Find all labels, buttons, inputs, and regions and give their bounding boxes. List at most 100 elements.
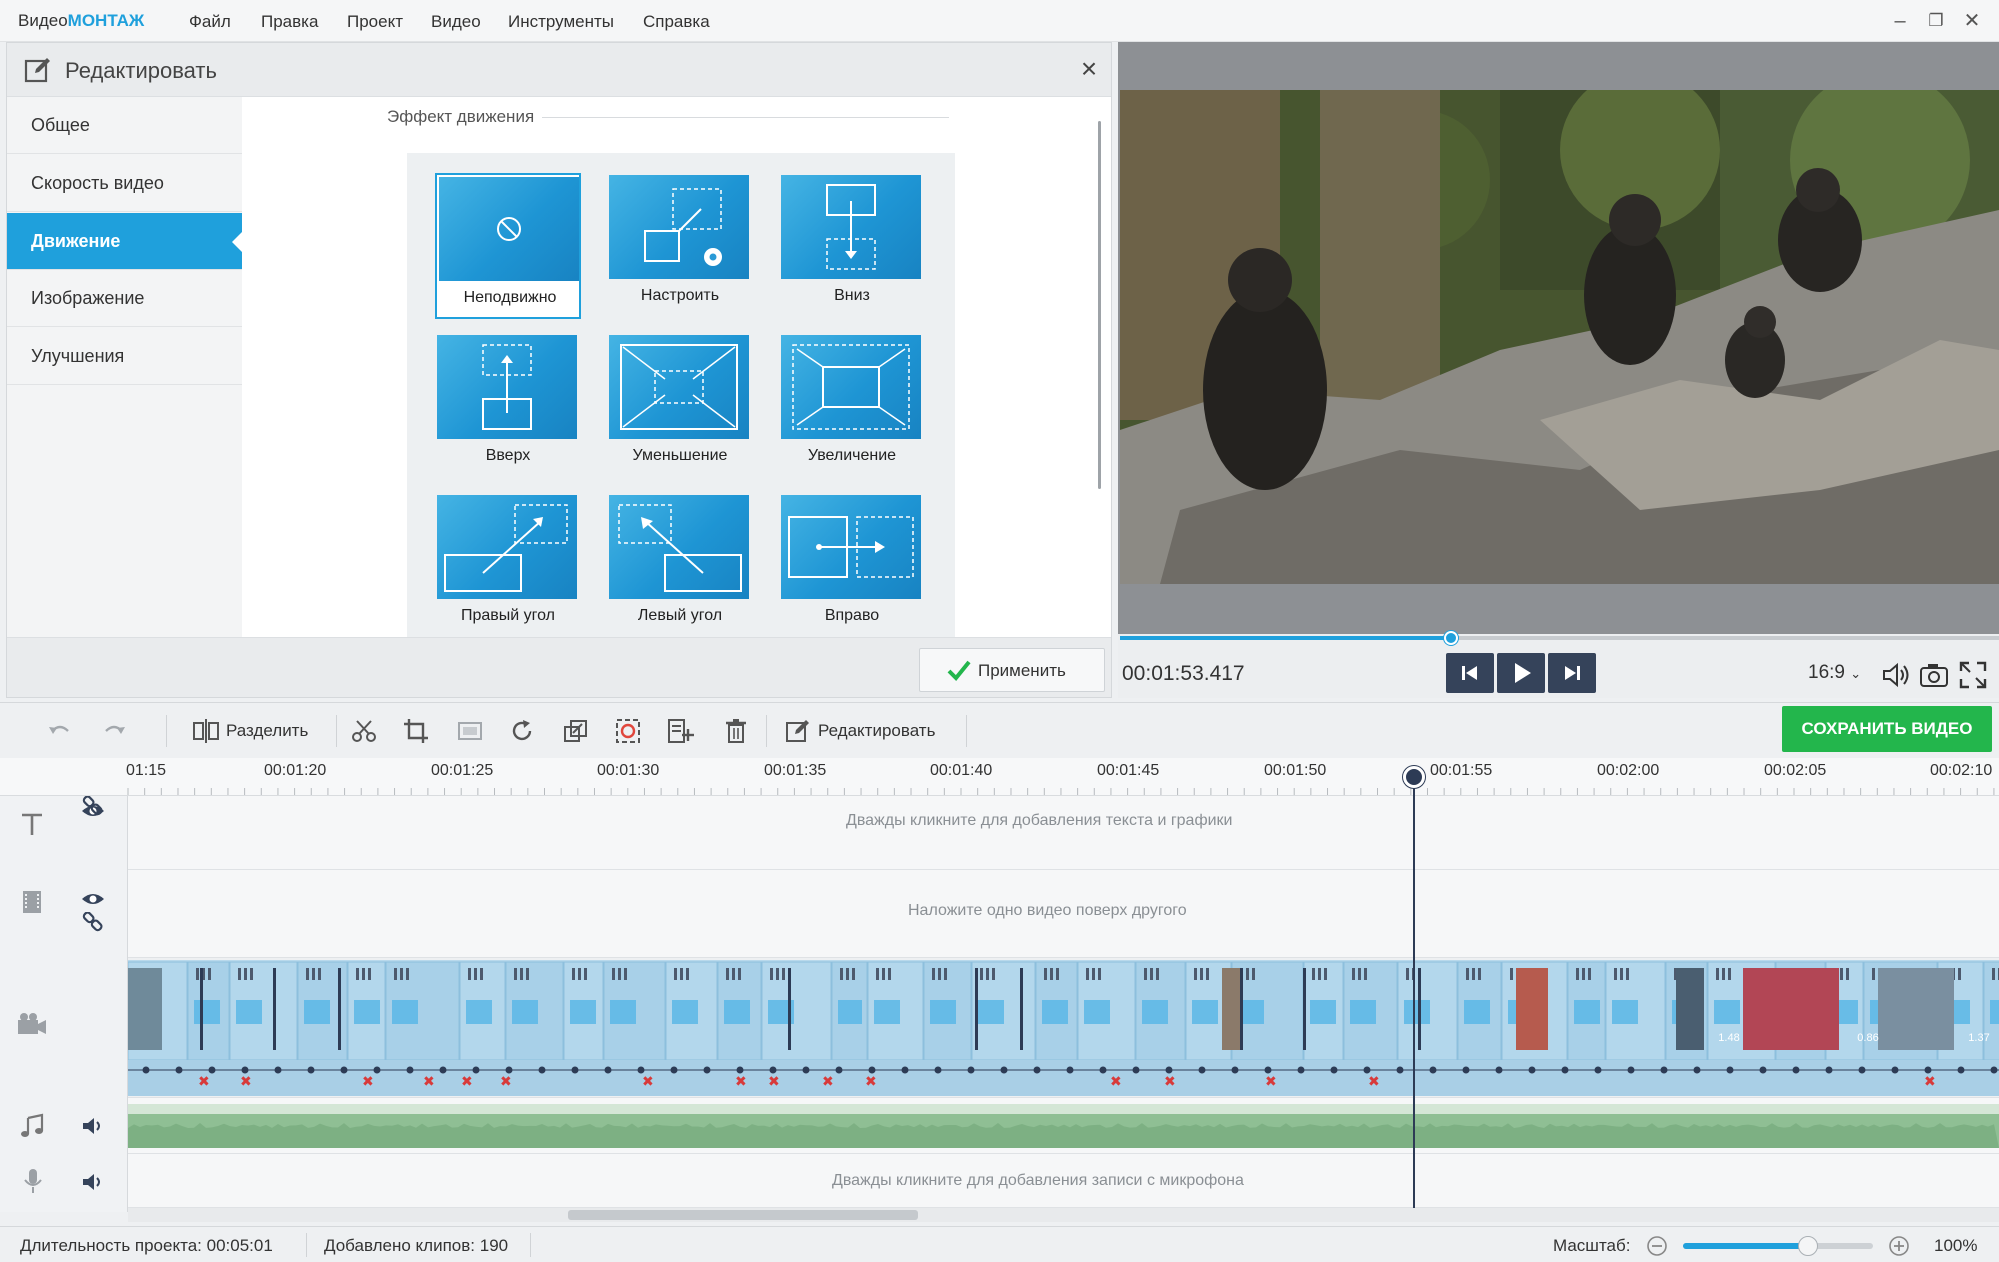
edit-panel-header: Редактировать × [7,43,1111,97]
ruler-label: 00:01:40 [930,762,993,779]
editing-toolbar: Разделить Редактировать [0,702,1999,758]
undo-icon[interactable] [46,717,74,745]
effect-static[interactable]: Неподвижно [435,173,581,319]
custom-motion-icon [644,188,722,266]
save-video-button[interactable]: СОХРАНИТЬ ВИДЕО [1782,706,1992,752]
timeline-ruler[interactable]: 01:15 00:01:20 00:01:25 00:01:30 00:01:3… [0,758,1999,796]
nav-image[interactable]: Изображение [7,270,242,327]
ruler-label: 00:01:30 [597,762,660,779]
rotate-icon[interactable] [508,717,536,745]
speaker-icon[interactable] [80,1170,106,1194]
effect-label: Вправо [824,607,880,624]
nav-video-speed[interactable]: Скорость видео [7,155,242,212]
snapshot-camera-icon[interactable] [1918,660,1950,690]
overlay-track[interactable]: Наложите одно видео поверх другого [0,870,1999,958]
music-track[interactable] [128,1104,1999,1148]
edit-icon[interactable] [784,717,812,745]
link-icon[interactable] [82,912,104,932]
svg-text:✖: ✖ [768,1074,780,1090]
svg-text:✖: ✖ [423,1074,435,1090]
svg-text:✖: ✖ [461,1074,473,1090]
clip-duration-label: 0.86 [1857,1032,1879,1044]
svg-text:✖: ✖ [500,1074,512,1090]
skip-forward-button[interactable] [1548,653,1596,693]
apply-button[interactable]: Применить [919,648,1105,692]
frame-icon[interactable] [456,717,484,745]
scissors-icon[interactable] [350,717,378,745]
aspect-ratio-select[interactable]: 16:9 ⌄ [1808,662,1861,684]
effect-zoom-in[interactable]: Увеличение [779,333,925,479]
ruler-label: 00:01:45 [1097,762,1160,779]
playhead-line[interactable] [1413,768,1415,1210]
effect-zoom-out[interactable]: Уменьшение [607,333,753,479]
stabilize-icon[interactable] [614,717,642,745]
svg-text:✖: ✖ [642,1074,654,1090]
split-icon[interactable] [192,717,220,745]
menu-help[interactable]: Справка [643,12,710,32]
clips-count-value: 190 [479,1236,509,1255]
fullscreen-icon[interactable] [1958,660,1988,690]
main-video-track[interactable]: ✖ ✖ ✖ ✖ ✖ ✖ ✖ ✖ ✖ ✖ ✖ ✖ ✖ ✖ ✖ ✖ 1.48 0.86 1.37 [128,960,1999,1096]
menu-tools[interactable]: Инструменты [508,12,614,32]
crop-icon[interactable] [402,717,430,745]
gorillas-scene [1120,90,1999,584]
effect-left-corner[interactable]: Левый угол [607,493,753,639]
track-headers [0,796,128,1212]
trash-icon[interactable] [722,717,750,745]
eye-icon[interactable] [80,890,106,908]
text-track[interactable]: Дважды кликните для добавления текста и … [0,796,1999,870]
nav-enhancements[interactable]: Улучшения [7,328,242,385]
minimize-icon[interactable]: – [1882,6,1918,36]
resize-icon[interactable] [562,717,590,745]
apply-bar: Применить [7,637,1111,697]
mic-track[interactable]: Дважды кликните для добавления записи с … [0,1154,1999,1208]
play-button[interactable] [1497,653,1545,693]
effect-label: Увеличение [807,447,897,464]
effect-up[interactable]: Вверх [435,333,581,479]
redo-icon[interactable] [100,717,128,745]
effect-right[interactable]: Вправо [779,493,925,639]
video-clips-strip: ✖ ✖ ✖ ✖ ✖ ✖ ✖ ✖ ✖ ✖ ✖ ✖ ✖ ✖ ✖ ✖ [128,961,1999,1096]
playback-progress-fill [1120,636,1452,640]
edit-button[interactable]: Редактировать [818,721,935,741]
side-nav: Общее Скорость видео Движение Изображени… [7,97,243,637]
skip-back-button[interactable] [1446,653,1494,693]
effect-label: Вверх [485,447,531,464]
section-title: Эффект движения [387,107,543,127]
speaker-icon[interactable] [80,1114,106,1138]
split-button[interactable]: Разделить [226,721,308,741]
aspect-ratio-value: 16:9 [1808,662,1845,683]
move-right-icon [788,516,914,578]
nav-motion[interactable]: Движение [7,213,243,270]
ruler-label: 00:02:00 [1597,762,1660,779]
effect-label: Настроить [640,287,720,304]
effect-custom[interactable]: Настроить [607,173,753,319]
timeline-scroll-thumb[interactable] [568,1210,918,1220]
close-window-icon[interactable]: ✕ [1954,6,1990,36]
add-frame-icon[interactable] [666,717,694,745]
zoom-in-icon[interactable] [1888,1235,1910,1257]
close-icon[interactable]: × [1075,55,1103,83]
edit-panel-title: Редактировать [65,58,217,83]
effects-grid: Неподвижно Настроить Вниз Вверх Уменьшен… [407,153,955,637]
nav-general[interactable]: Общее [7,97,242,154]
volume-icon[interactable] [1880,660,1912,690]
menu-video[interactable]: Видео [431,12,481,32]
effect-down[interactable]: Вниз [779,173,925,319]
effect-right-corner[interactable]: Правый угол [435,493,581,639]
zoom-out-icon[interactable] [1646,1235,1668,1257]
toolbar-separator [166,715,167,747]
menu-edit[interactable]: Правка [261,12,318,32]
timeline-horizontal-scrollbar[interactable] [128,1208,1999,1222]
video-preview-image[interactable] [1120,90,1999,584]
playhead-handle[interactable] [1403,766,1425,788]
effect-label: Неподвижно [463,289,557,306]
menu-file[interactable]: Файл [189,12,231,32]
apply-button-label: Применить [978,661,1066,680]
menu-project[interactable]: Проект [347,12,403,32]
app-title-prefix: Видео [18,11,68,30]
link-icon[interactable] [82,796,104,816]
effects-scrollbar[interactable] [1098,121,1101,489]
restore-icon[interactable]: ❐ [1918,6,1954,36]
clip-duration-label: 1.48 [1718,1032,1740,1044]
